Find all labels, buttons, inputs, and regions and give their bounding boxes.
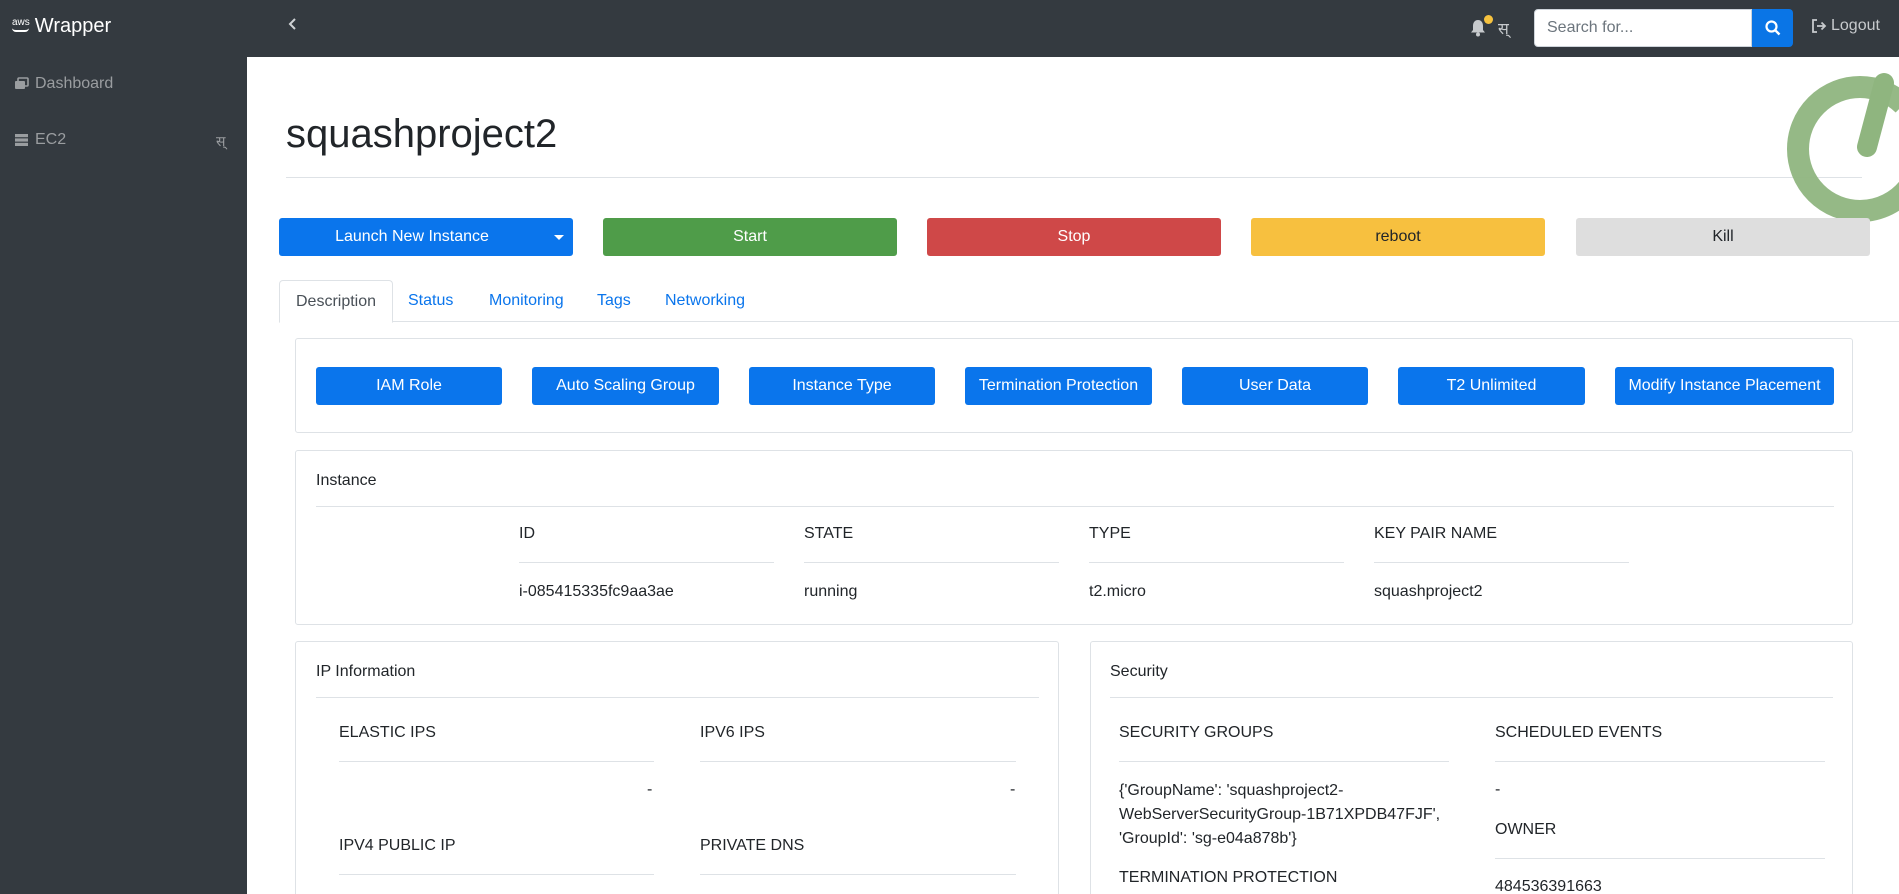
key-pair-name-header: KEY PAIR NAME	[1374, 525, 1497, 542]
aws-logo: aws	[12, 17, 30, 32]
modify-instance-placement-button[interactable]: Modify Instance Placement	[1615, 367, 1834, 405]
instance-type-header: TYPE	[1089, 525, 1131, 542]
private-dns-label: PRIVATE DNS	[700, 837, 805, 854]
instance-id-header: ID	[519, 525, 535, 542]
iam-role-button[interactable]: IAM Role	[316, 367, 502, 405]
termination-protection-label: TERMINATION PROTECTION	[1119, 869, 1338, 886]
tab-status[interactable]: Status	[392, 280, 469, 322]
elastic-ips-label: ELASTIC IPS	[339, 724, 436, 741]
ipv6-ips-value: -	[1010, 781, 1016, 798]
scheduled-events-label: SCHEDULED EVENTS	[1495, 724, 1663, 741]
column-divider	[1374, 562, 1629, 563]
auto-scaling-group-button[interactable]: Auto Scaling Group	[532, 367, 719, 405]
tab-description[interactable]: Description	[279, 280, 394, 323]
brand-name: Wrapper	[34, 15, 112, 37]
start-button[interactable]: Start	[603, 218, 897, 256]
search-icon	[1764, 20, 1780, 36]
column-divider	[339, 874, 654, 875]
card-divider	[316, 506, 1834, 507]
column-divider	[700, 761, 1016, 762]
key-pair-name-value: squashproject2	[1374, 583, 1483, 600]
page-title: squashproject2	[286, 112, 558, 156]
tab-monitoring[interactable]: Monitoring	[473, 280, 580, 322]
chevron-left-icon	[288, 18, 296, 30]
sidebar-item-ec2[interactable]: EC2	[14, 131, 66, 149]
scheduled-events-value: -	[1495, 781, 1501, 798]
brand[interactable]: aws Wrapper	[12, 15, 111, 38]
language-toggle[interactable]: स्	[1498, 17, 1509, 39]
instance-id-value: i-085415335fc9aa3ae	[519, 583, 674, 600]
instance-type-value: t2.micro	[1089, 583, 1146, 600]
caret-down-icon	[554, 234, 564, 240]
column-divider	[339, 761, 654, 762]
termination-protection-button[interactable]: Termination Protection	[965, 367, 1152, 405]
instance-state-value: running	[804, 583, 858, 600]
logout-link[interactable]: Logout	[1811, 17, 1880, 35]
launch-instance-button[interactable]: Launch New Instance	[279, 218, 573, 256]
stop-button[interactable]: Stop	[927, 218, 1221, 256]
elastic-ips-value: -	[647, 781, 653, 798]
sidebar-item-dashboard[interactable]: Dashboard	[14, 75, 113, 93]
ip-information-title: IP Information	[316, 663, 416, 680]
main-content: squashproject2 Launch New Instance Start…	[247, 57, 1899, 894]
title-divider	[286, 177, 1862, 178]
user-data-button[interactable]: User Data	[1182, 367, 1368, 405]
security-title: Security	[1110, 663, 1168, 680]
security-groups-label: SECURITY GROUPS	[1119, 724, 1274, 741]
sidebar-toggle-button[interactable]	[288, 17, 298, 36]
instance-card-title: Instance	[316, 472, 377, 489]
column-divider	[1495, 858, 1825, 859]
card-divider	[1110, 697, 1833, 698]
security-card	[1090, 641, 1853, 894]
sidebar: Dashboard EC2 स्	[0, 57, 247, 894]
launch-dropdown-toggle[interactable]	[545, 218, 573, 256]
instance-state-header: STATE	[804, 525, 854, 542]
logout-icon	[1812, 19, 1827, 33]
sidebar-item-label: EC2	[35, 131, 67, 148]
launch-instance-label: Launch New Instance	[335, 228, 489, 245]
reboot-button[interactable]: reboot	[1251, 218, 1545, 256]
sidebar-item-label: Dashboard	[35, 75, 114, 92]
security-groups-value: {'GroupName': 'squashproject2-WebServerS…	[1119, 782, 1441, 847]
column-divider	[1119, 761, 1449, 762]
t2-unlimited-button[interactable]: T2 Unlimited	[1398, 367, 1585, 405]
ipv4-public-ip-label: IPV4 PUBLIC IP	[339, 837, 456, 854]
dashboard-icon	[15, 77, 29, 89]
ipv6-ips-label: IPV6 IPS	[700, 724, 765, 741]
power-icon	[1787, 73, 1899, 222]
logout-label: Logout	[1831, 17, 1880, 34]
column-divider	[804, 562, 1059, 563]
column-divider	[1495, 761, 1825, 762]
tab-tags[interactable]: Tags	[581, 280, 647, 322]
search-input[interactable]	[1534, 9, 1752, 47]
instance-type-button[interactable]: Instance Type	[749, 367, 935, 405]
kill-button[interactable]: Kill	[1576, 218, 1870, 256]
column-divider	[519, 562, 774, 563]
tab-networking[interactable]: Networking	[649, 280, 761, 322]
notification-badge	[1484, 15, 1493, 24]
card-divider	[316, 697, 1039, 698]
column-divider	[700, 874, 1016, 875]
sidebar-item-badge: स्	[216, 133, 226, 149]
owner-label: OWNER	[1495, 821, 1557, 838]
search-button[interactable]	[1752, 9, 1793, 47]
column-divider	[1089, 562, 1344, 563]
owner-value: 484536391663	[1495, 878, 1602, 894]
top-navbar: aws Wrapper स् Logout	[0, 0, 1899, 57]
server-icon	[15, 134, 28, 146]
